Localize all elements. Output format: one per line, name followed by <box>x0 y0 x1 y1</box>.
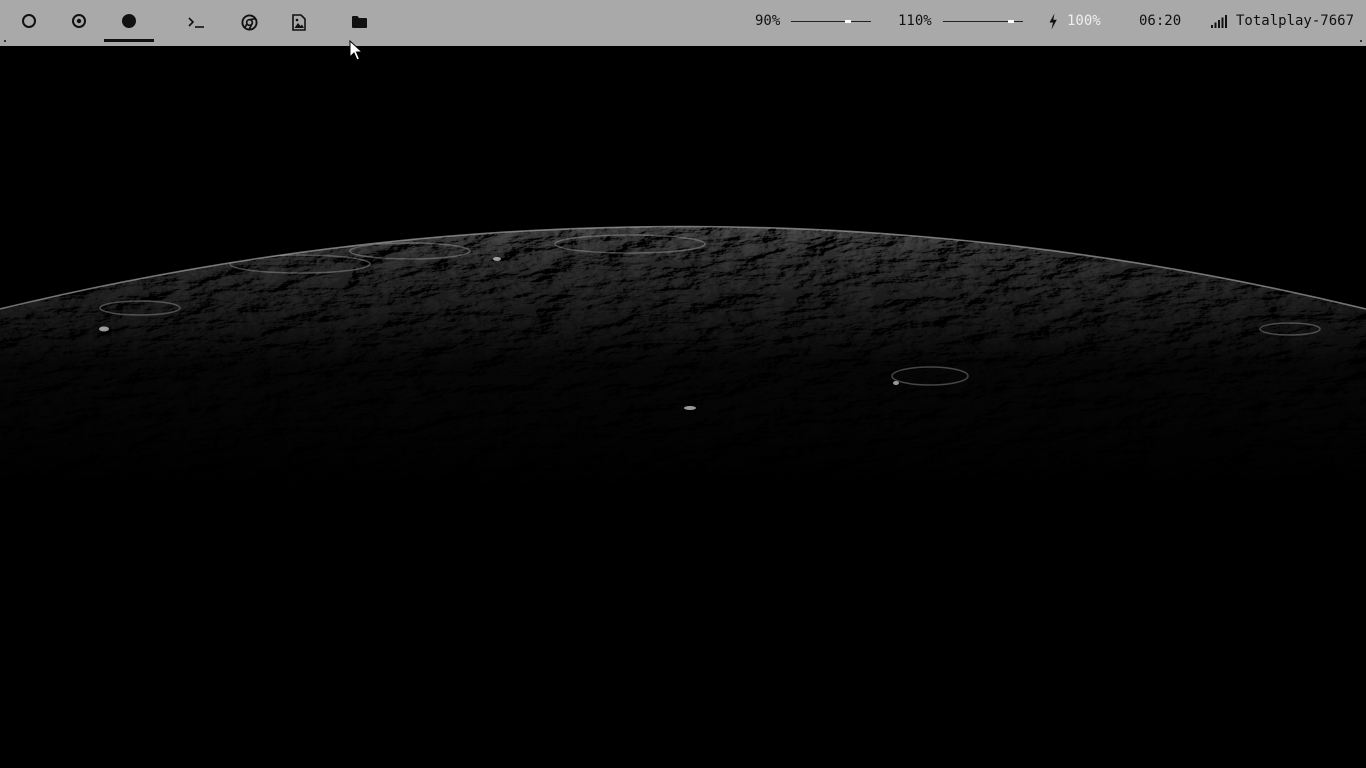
chrome-icon <box>240 13 258 31</box>
folder-icon <box>351 16 367 28</box>
network-name[interactable]: Totalplay-7667 <box>1236 12 1354 30</box>
file-manager-launcher[interactable] <box>339 0 379 44</box>
bar-corner-mark <box>1360 40 1362 42</box>
brightness-label: 110% <box>898 13 932 29</box>
desktop: 90% 110% 100% 06:20 Totalplay-7667 <box>0 0 1366 768</box>
workspace-2-button[interactable] <box>54 0 104 42</box>
wifi-signal-icon <box>1211 15 1227 28</box>
volume-slider[interactable] <box>791 20 871 23</box>
clock[interactable]: 06:20 <box>1139 12 1181 30</box>
top-bar: 90% 110% 100% 06:20 Totalplay-7667 <box>0 0 1366 46</box>
workspace-3-button[interactable] <box>104 0 154 42</box>
workspace-1-button[interactable] <box>4 0 54 42</box>
circle-dot-icon <box>72 14 86 28</box>
brightness-slider[interactable] <box>943 20 1023 23</box>
mouse-pointer-icon <box>349 40 363 61</box>
chrome-launcher[interactable] <box>229 0 269 44</box>
brightness-slider-knob[interactable] <box>1007 20 1014 23</box>
moon-surface-wallpaper <box>0 46 1366 768</box>
image-file-icon <box>292 13 306 31</box>
lightning-icon <box>1049 13 1057 30</box>
circle-filled-icon <box>122 14 136 28</box>
battery-label: 100% <box>1067 13 1101 29</box>
terminal-launcher[interactable] <box>177 0 217 44</box>
volume-label: 90% <box>755 13 781 29</box>
terminal-icon <box>188 17 204 28</box>
volume-slider-knob[interactable] <box>845 20 851 23</box>
circle-outline-icon <box>22 14 36 28</box>
image-viewer-launcher[interactable] <box>279 0 319 44</box>
